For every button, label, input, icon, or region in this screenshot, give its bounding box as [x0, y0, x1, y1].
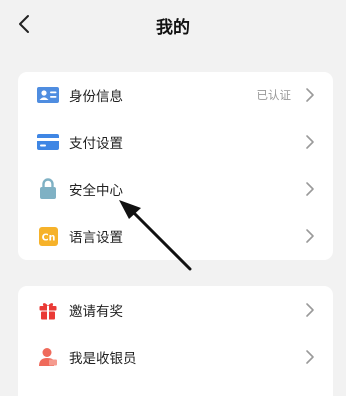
chevron-right-icon — [306, 182, 314, 196]
header-bar: 我的 — [0, 0, 346, 52]
menu-item-security[interactable]: 安全中心 — [18, 166, 333, 212]
language-icon: Cn — [37, 225, 59, 247]
menu-item-label: 安全中心 — [69, 183, 123, 199]
chevron-right-icon — [306, 88, 314, 102]
menu-item-language[interactable]: Cn 语言设置 — [18, 213, 333, 259]
lock-icon — [37, 178, 59, 200]
language-icon-text: Cn — [41, 232, 55, 243]
id-card-icon — [37, 84, 59, 106]
settings-card: 身份信息 已认证 支付设置 安全中心 Cn 语言设置 — [18, 72, 333, 260]
menu-item-invite[interactable]: 邀请有奖 — [18, 287, 333, 333]
menu-item-identity[interactable]: 身份信息 已认证 — [18, 72, 333, 118]
page-title: 我的 — [156, 18, 190, 38]
chevron-right-icon — [306, 350, 314, 364]
chevron-right-icon — [306, 229, 314, 243]
chevron-right-icon — [306, 135, 314, 149]
menu-item-label: 身份信息 — [69, 89, 123, 105]
rewards-card: 邀请有奖 我是收银员 — [18, 286, 333, 396]
menu-item-label: 语言设置 — [69, 230, 123, 246]
gift-icon — [37, 299, 59, 321]
menu-item-payment[interactable]: 支付设置 — [18, 119, 333, 165]
menu-item-cashier[interactable]: 我是收银员 — [18, 334, 333, 380]
chevron-right-icon — [306, 303, 314, 317]
menu-item-label: 支付设置 — [69, 136, 123, 152]
verification-status: 已认证 — [256, 88, 292, 102]
credit-card-icon — [37, 131, 59, 153]
cashier-icon — [37, 346, 59, 368]
menu-item-label: 邀请有奖 — [69, 304, 123, 320]
menu-item-label: 我是收银员 — [69, 351, 137, 367]
